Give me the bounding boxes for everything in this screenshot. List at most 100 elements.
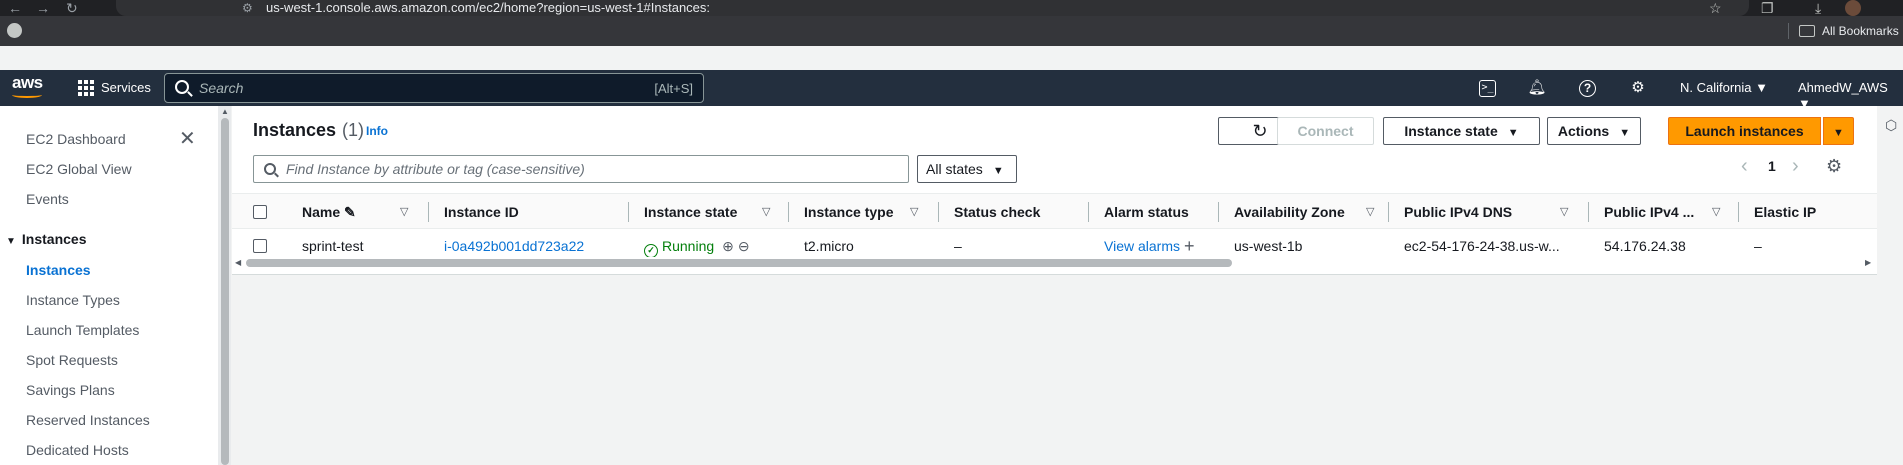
column-divider[interactable] (1218, 202, 1219, 222)
column-header-public-ipv4-dns[interactable]: Public IPv4 DNS (1404, 203, 1512, 221)
sidebar-item-ec2-global-view[interactable]: EC2 Global View (26, 160, 132, 178)
scroll-up-icon[interactable]: ▲ (221, 108, 229, 116)
column-divider[interactable] (1388, 202, 1389, 222)
cloudshell-icon[interactable]: >_ (1479, 80, 1496, 97)
region-selector[interactable]: N. California ▼ (1680, 80, 1768, 96)
column-divider[interactable] (1088, 202, 1089, 222)
column-divider[interactable] (428, 202, 429, 222)
caret-down-icon: ▼ (6, 236, 16, 247)
sidebar-item-spot-requests[interactable]: Spot Requests (26, 351, 118, 369)
sort-icon[interactable]: ▽ (1366, 205, 1374, 219)
site-info-icon[interactable]: ⚙ (242, 1, 253, 15)
reload-icon[interactable]: ↻ (66, 0, 78, 16)
sidebar-section-instances[interactable]: ▼ Instances (6, 230, 87, 251)
edit-pencil-icon[interactable]: ✎ (344, 204, 356, 220)
address-bar[interactable]: ⚙ us-west-1.console.aws.amazon.com/ec2/h… (116, 0, 1749, 16)
column-divider[interactable] (938, 202, 939, 222)
zoom-in-icon[interactable]: ⊕ (722, 237, 734, 255)
column-header-elastic-ip[interactable]: Elastic IP (1754, 203, 1816, 221)
sidebar-item-reserved-instances[interactable]: Reserved Instances (26, 411, 150, 429)
sidebar-item-instance-types[interactable]: Instance Types (26, 291, 120, 309)
next-page-icon[interactable]: › (1792, 155, 1799, 177)
sort-icon[interactable]: ▽ (1712, 205, 1720, 219)
column-header-public-ipv4[interactable]: Public IPv4 ... (1604, 203, 1694, 221)
filter-input[interactable] (286, 161, 886, 177)
sidebar-item-savings-plans[interactable]: Savings Plans (26, 381, 115, 399)
sidebar-item-events[interactable]: Events (26, 190, 69, 208)
column-header-name[interactable]: Name ✎ (302, 203, 356, 221)
sidebar-item-launch-templates[interactable]: Launch Templates (26, 321, 139, 339)
table-horizontal-scrollbar[interactable]: ◀ ▶ (232, 257, 1877, 269)
states-dropdown[interactable]: All states ▼ (917, 155, 1017, 183)
side-panel-toggle-icon[interactable]: ⬡ (1885, 117, 1897, 133)
horizontal-scroll-thumb[interactable] (246, 259, 1232, 267)
column-header-alarm-status[interactable]: Alarm status (1104, 203, 1189, 221)
scroll-left-icon[interactable]: ◀ (235, 257, 241, 269)
current-page-number[interactable]: 1 (1768, 158, 1776, 174)
column-header-instance-state[interactable]: Instance state (644, 203, 737, 221)
cell-alarm-status: View alarms + (1104, 237, 1195, 255)
cell-instance-id-link[interactable]: i-0a492b001dd723a22 (444, 237, 584, 255)
sidebar-item-instances[interactable]: Instances (26, 261, 91, 279)
cell-public-dns: ec2-54-176-24-38.us-w... (1404, 238, 1560, 254)
column-divider[interactable] (788, 202, 789, 222)
table-header: Name ✎ ▽ Instance ID Instance state ▽ In… (232, 193, 1877, 229)
sort-icon[interactable]: ▽ (762, 205, 770, 219)
sidebar-scroll-thumb[interactable] (221, 118, 229, 465)
cell-instance-type: t2.micro (804, 238, 854, 254)
cell-elastic-ip: – (1754, 238, 1762, 254)
sort-icon[interactable]: ▽ (1560, 205, 1568, 219)
add-alarm-icon[interactable]: + (1184, 236, 1195, 256)
previous-page-icon[interactable]: ‹ (1741, 155, 1748, 177)
caret-down-icon: ▼ (1507, 127, 1519, 139)
select-all-checkbox[interactable] (253, 205, 267, 219)
row-checkbox[interactable] (253, 239, 267, 253)
aws-logo[interactable]: aws (12, 74, 43, 92)
view-alarms-link[interactable]: View alarms (1104, 238, 1180, 254)
scroll-right-icon[interactable]: ▶ (1865, 257, 1871, 269)
help-icon[interactable]: ? (1579, 80, 1596, 97)
sidebar: EC2 Dashboard ✕ EC2 Global View Events ▼… (0, 106, 218, 465)
actions-dropdown[interactable]: Actions ▼ (1547, 117, 1641, 145)
instance-state-dropdown[interactable]: Instance state ▼ (1383, 117, 1540, 145)
column-divider[interactable] (1588, 202, 1589, 222)
url-text: us-west-1.console.aws.amazon.com/ec2/hom… (266, 0, 711, 15)
cell-availability-zone: us-west-1b (1234, 238, 1303, 254)
launch-instances-dropdown[interactable]: ▼ (1823, 117, 1854, 145)
close-sidebar-icon[interactable]: ✕ (179, 129, 196, 149)
profile-avatar[interactable] (1845, 0, 1861, 16)
column-header-instance-id[interactable]: Instance ID (444, 203, 519, 221)
sidebar-scrollbar[interactable]: ▲ (218, 106, 231, 465)
bookmark-star-icon[interactable]: ☆ (1709, 0, 1722, 16)
forward-icon[interactable]: → (36, 0, 50, 16)
sidebar-item-ec2-dashboard[interactable]: EC2 Dashboard (26, 130, 126, 148)
launch-instances-button[interactable]: Launch instances (1668, 117, 1821, 145)
notifications-bell-icon[interactable]: 🔔︎ (1527, 78, 1547, 98)
table-preferences-icon[interactable]: ⚙ (1826, 155, 1842, 177)
sort-icon[interactable]: ▽ (910, 205, 918, 219)
column-divider[interactable] (628, 202, 629, 222)
bookmarks-bar: All Bookmarks (0, 16, 1903, 46)
zoom-out-icon[interactable]: ⊖ (738, 237, 750, 255)
back-icon[interactable]: ← (8, 0, 22, 16)
column-header-availability-zone[interactable]: Availability Zone (1234, 203, 1345, 221)
instance-filter[interactable] (253, 155, 909, 183)
extensions-icon[interactable]: ❐ (1761, 0, 1774, 16)
column-divider[interactable] (1738, 202, 1739, 222)
download-icon[interactable]: ⤓ (1815, 0, 1821, 16)
search-input[interactable] (199, 79, 599, 97)
all-bookmarks-link[interactable]: All Bookmarks (1822, 23, 1899, 39)
globe-icon[interactable] (7, 23, 22, 38)
column-header-instance-type[interactable]: Instance type (804, 203, 893, 221)
sidebar-item-dedicated-hosts[interactable]: Dedicated Hosts (26, 441, 129, 459)
sort-icon[interactable]: ▽ (400, 205, 408, 219)
settings-gear-icon[interactable]: ⚙ (1628, 78, 1648, 98)
services-grid-icon[interactable] (78, 80, 94, 96)
cell-name: sprint-test (302, 238, 364, 254)
search-shortcut-hint: [Alt+S] (654, 81, 693, 96)
bookmarks-divider (1788, 23, 1789, 39)
search-box[interactable]: [Alt+S] (164, 73, 704, 103)
connect-button-top[interactable]: Connect (1277, 117, 1374, 145)
services-button[interactable]: Services (101, 79, 151, 97)
column-header-status-check[interactable]: Status check (954, 203, 1040, 221)
